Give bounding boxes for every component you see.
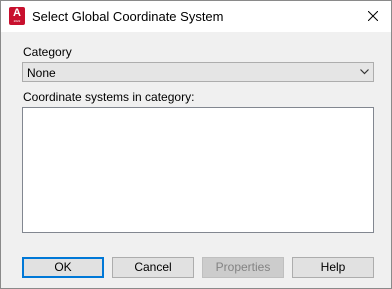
select-global-coordinate-system-dialog: A 2022 Select Global Coordinate System C… xyxy=(0,0,392,289)
properties-button[interactable]: Properties xyxy=(202,257,284,278)
window-title: Select Global Coordinate System xyxy=(32,9,224,24)
coordinate-systems-list[interactable] xyxy=(22,107,374,233)
app-icon-subtext: 2022 xyxy=(13,19,21,23)
title-bar: A 2022 Select Global Coordinate System xyxy=(1,1,391,32)
close-button[interactable] xyxy=(361,5,385,27)
help-button[interactable]: Help xyxy=(292,257,374,278)
chevron-down-icon xyxy=(360,69,369,75)
coordinate-systems-label: Coordinate systems in category: xyxy=(23,90,195,104)
cancel-button[interactable]: Cancel xyxy=(112,257,194,278)
autocad-app-icon: A 2022 xyxy=(9,7,25,25)
category-label: Category xyxy=(23,45,72,59)
ok-button[interactable]: OK xyxy=(22,257,104,278)
app-icon-letter: A xyxy=(13,7,21,19)
category-selected-value: None xyxy=(27,66,56,80)
category-dropdown[interactable]: None xyxy=(22,62,374,82)
close-icon xyxy=(368,11,378,21)
